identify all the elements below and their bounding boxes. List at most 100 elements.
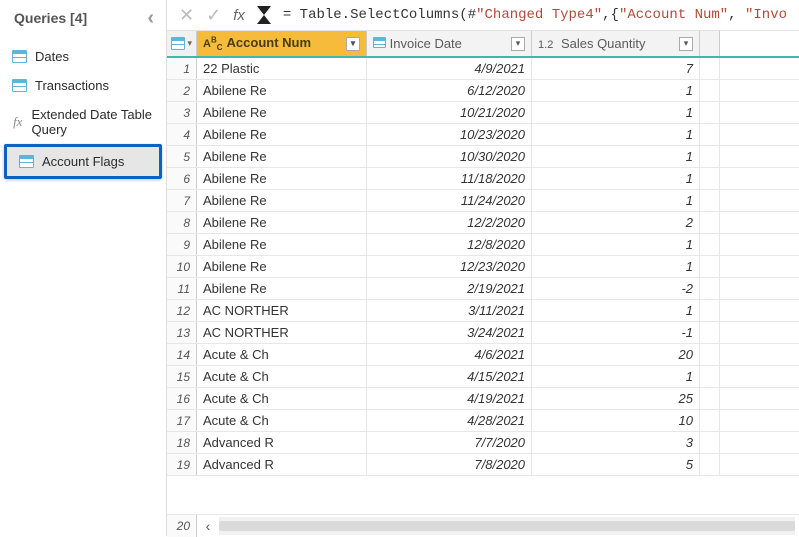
cell-sales-quantity[interactable]: 1 — [532, 300, 700, 321]
cell-account-num[interactable]: Abilene Re — [197, 80, 367, 101]
column-partial[interactable] — [700, 31, 720, 56]
cell-sales-quantity[interactable]: 3 — [532, 432, 700, 453]
cell-account-num[interactable]: Abilene Re — [197, 278, 367, 299]
table-row[interactable]: 4Abilene Re10/23/20201 — [167, 124, 799, 146]
cell-partial[interactable] — [700, 366, 720, 387]
cell-partial[interactable] — [700, 234, 720, 255]
table-row[interactable]: 122 Plastic4/9/20217 — [167, 58, 799, 80]
cell-invoice-date[interactable]: 3/11/2021 — [367, 300, 532, 321]
cell-sales-quantity[interactable]: 5 — [532, 454, 700, 475]
table-row[interactable]: 5Abilene Re10/30/20201 — [167, 146, 799, 168]
cell-invoice-date[interactable]: 11/18/2020 — [367, 168, 532, 189]
column-invoice-date[interactable]: Invoice Date ▾ — [367, 31, 532, 56]
table-row[interactable]: 15Acute & Ch4/15/20211 — [167, 366, 799, 388]
cell-invoice-date[interactable]: 4/19/2021 — [367, 388, 532, 409]
cell-invoice-date[interactable]: 4/15/2021 — [367, 366, 532, 387]
table-row[interactable]: 17Acute & Ch4/28/202110 — [167, 410, 799, 432]
cell-sales-quantity[interactable]: 25 — [532, 388, 700, 409]
cell-invoice-date[interactable]: 6/12/2020 — [367, 80, 532, 101]
cell-sales-quantity[interactable]: -2 — [532, 278, 700, 299]
cell-invoice-date[interactable]: 10/30/2020 — [367, 146, 532, 167]
collapse-sidebar-button[interactable]: ‹ — [147, 8, 154, 28]
table-row[interactable]: 19Advanced R7/8/20205 — [167, 454, 799, 476]
table-row[interactable]: 2Abilene Re6/12/20201 — [167, 80, 799, 102]
cell-account-num[interactable]: 22 Plastic — [197, 58, 367, 79]
cell-partial[interactable] — [700, 212, 720, 233]
table-row[interactable]: 11Abilene Re2/19/2021-2 — [167, 278, 799, 300]
column-account-num[interactable]: ABCAccount Num ▾ — [197, 31, 367, 56]
cell-sales-quantity[interactable]: 1 — [532, 234, 700, 255]
cell-partial[interactable] — [700, 146, 720, 167]
cell-account-num[interactable]: Abilene Re — [197, 168, 367, 189]
query-item[interactable]: fxExtended Date Table Query — [0, 100, 166, 144]
cell-sales-quantity[interactable]: 1 — [532, 124, 700, 145]
cell-account-num[interactable]: Advanced R — [197, 454, 367, 475]
column-filter-dropdown[interactable]: ▾ — [511, 37, 525, 51]
cell-account-num[interactable]: Acute & Ch — [197, 410, 367, 431]
query-item[interactable]: Transactions — [0, 71, 166, 100]
cell-partial[interactable] — [700, 190, 720, 211]
cell-sales-quantity[interactable]: 1 — [532, 366, 700, 387]
query-item[interactable]: Dates — [0, 42, 166, 71]
cell-sales-quantity[interactable]: 1 — [532, 80, 700, 101]
cell-partial[interactable] — [700, 80, 720, 101]
cell-sales-quantity[interactable]: -1 — [532, 322, 700, 343]
table-row[interactable]: 12AC NORTHER3/11/20211 — [167, 300, 799, 322]
query-item[interactable]: Account Flags — [7, 147, 159, 176]
table-row[interactable]: 16Acute & Ch4/19/202125 — [167, 388, 799, 410]
cell-partial[interactable] — [700, 454, 720, 475]
cell-account-num[interactable]: AC NORTHER — [197, 300, 367, 321]
cell-sales-quantity[interactable]: 1 — [532, 146, 700, 167]
cell-invoice-date[interactable]: 2/19/2021 — [367, 278, 532, 299]
cell-account-num[interactable]: Advanced R — [197, 432, 367, 453]
cell-invoice-date[interactable]: 12/23/2020 — [367, 256, 532, 277]
table-row[interactable]: 18Advanced R7/7/20203 — [167, 432, 799, 454]
table-row[interactable]: 6Abilene Re11/18/20201 — [167, 168, 799, 190]
cell-account-num[interactable]: Acute & Ch — [197, 366, 367, 387]
cell-partial[interactable] — [700, 300, 720, 321]
table-row[interactable]: 10Abilene Re12/23/20201 — [167, 256, 799, 278]
table-row[interactable]: 9Abilene Re12/8/20201 — [167, 234, 799, 256]
cell-sales-quantity[interactable]: 1 — [532, 256, 700, 277]
cell-account-num[interactable]: Abilene Re — [197, 102, 367, 123]
cell-sales-quantity[interactable]: 20 — [532, 344, 700, 365]
cell-invoice-date[interactable]: 3/24/2021 — [367, 322, 532, 343]
cell-invoice-date[interactable]: 10/21/2020 — [367, 102, 532, 123]
cell-partial[interactable] — [700, 432, 720, 453]
cell-account-num[interactable]: AC NORTHER — [197, 322, 367, 343]
cell-account-num[interactable]: Abilene Re — [197, 234, 367, 255]
cell-invoice-date[interactable]: 10/23/2020 — [367, 124, 532, 145]
cell-partial[interactable] — [700, 344, 720, 365]
table-row[interactable]: 8Abilene Re12/2/20202 — [167, 212, 799, 234]
cell-invoice-date[interactable]: 7/7/2020 — [367, 432, 532, 453]
cell-partial[interactable] — [700, 124, 720, 145]
cell-sales-quantity[interactable]: 2 — [532, 212, 700, 233]
cell-sales-quantity[interactable]: 1 — [532, 190, 700, 211]
cell-invoice-date[interactable]: 12/8/2020 — [367, 234, 532, 255]
cell-partial[interactable] — [700, 388, 720, 409]
cell-account-num[interactable]: Acute & Ch — [197, 388, 367, 409]
cell-sales-quantity[interactable]: 7 — [532, 58, 700, 79]
cell-partial[interactable] — [700, 168, 720, 189]
table-row[interactable]: 7Abilene Re11/24/20201 — [167, 190, 799, 212]
cell-invoice-date[interactable]: 11/24/2020 — [367, 190, 532, 211]
formula-text[interactable]: = Table.SelectColumns(#"Changed Type4",{… — [283, 7, 787, 23]
table-row[interactable]: 3Abilene Re10/21/20201 — [167, 102, 799, 124]
cell-account-num[interactable]: Abilene Re — [197, 124, 367, 145]
cell-account-num[interactable]: Abilene Re — [197, 146, 367, 167]
cell-sales-quantity[interactable]: 1 — [532, 168, 700, 189]
cancel-formula-button[interactable]: ✕ — [179, 6, 194, 24]
cell-invoice-date[interactable]: 7/8/2020 — [367, 454, 532, 475]
column-filter-dropdown[interactable]: ▾ — [346, 37, 360, 51]
cell-partial[interactable] — [700, 256, 720, 277]
table-row[interactable]: 14Acute & Ch4/6/202120 — [167, 344, 799, 366]
commit-formula-button[interactable]: ✓ — [206, 6, 221, 24]
cell-account-num[interactable]: Abilene Re — [197, 212, 367, 233]
cell-invoice-date[interactable]: 12/2/2020 — [367, 212, 532, 233]
cell-account-num[interactable]: Abilene Re — [197, 190, 367, 211]
cell-partial[interactable] — [700, 58, 720, 79]
scrollbar-thumb[interactable] — [219, 521, 795, 531]
table-row[interactable]: 13AC NORTHER3/24/2021-1 — [167, 322, 799, 344]
cell-partial[interactable] — [700, 278, 720, 299]
column-sales-quantity[interactable]: 1.2 Sales Quantity ▾ — [532, 31, 700, 56]
